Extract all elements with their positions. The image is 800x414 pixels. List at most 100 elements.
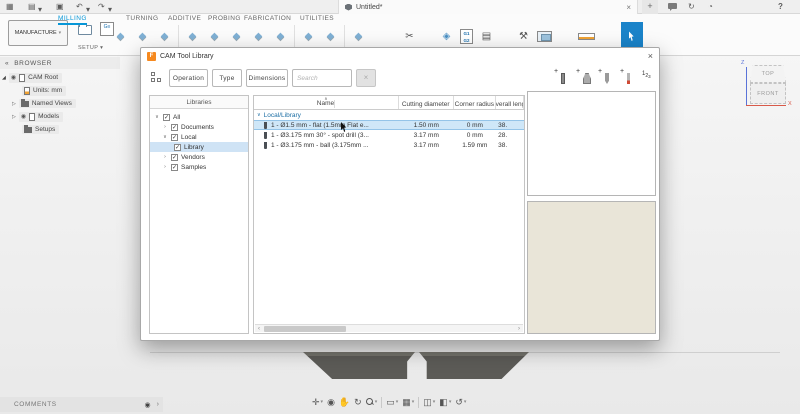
milling-op-3-icon[interactable]: ◆: [156, 28, 173, 44]
table-row[interactable]: 1 - Ø1.5 mm - flat (1.5mm Flat e... 1.50…: [254, 120, 524, 130]
display-settings-button[interactable]: ▭▾: [386, 397, 398, 408]
document-tab[interactable]: Untitled* ×: [338, 0, 638, 14]
checkbox-checked[interactable]: ✓: [171, 134, 178, 141]
tree-closed-icon[interactable]: ›: [162, 154, 168, 160]
library-tree-item-documents[interactable]: › ✓ Documents: [150, 122, 248, 132]
tree-open-icon[interactable]: ∨: [162, 134, 168, 140]
comments-bar[interactable]: COMMENTS ◉ ›: [0, 397, 163, 412]
tab-milling[interactable]: MILLING: [58, 15, 87, 25]
checkbox-checked[interactable]: ✓: [163, 114, 170, 121]
viewports-button[interactable]: ◫▾: [423, 397, 435, 408]
library-tree-item-library[interactable]: ✓ Library: [150, 142, 248, 152]
expand-icon[interactable]: ◢: [2, 75, 6, 81]
select-tool-button[interactable]: [621, 22, 643, 50]
tree-closed-icon[interactable]: ›: [162, 164, 168, 170]
milling-op-2-icon[interactable]: ◆: [134, 28, 151, 44]
filter-operation-button[interactable]: Operation: [169, 69, 208, 87]
milling-op-8-icon[interactable]: ◆: [272, 28, 289, 44]
tab-additive[interactable]: ADDITIVE: [168, 15, 201, 22]
add-drill-tool-button[interactable]: +: [598, 70, 614, 86]
search-input[interactable]: [292, 69, 352, 87]
checkbox-checked[interactable]: ✓: [174, 144, 181, 151]
clear-search-button[interactable]: ×: [356, 69, 376, 87]
library-tree-item-local[interactable]: ∨ ✓ Local: [150, 132, 248, 142]
tab-turning[interactable]: TURNING: [126, 15, 158, 22]
setup-group-label[interactable]: SETUP ▾: [78, 45, 103, 51]
undo-icon[interactable]: ↶: [76, 1, 83, 13]
app-menu-icon[interactable]: ▦: [6, 1, 14, 13]
visibility-eye-icon[interactable]: ◉: [21, 113, 26, 120]
collapsed-icon[interactable]: ▷: [12, 114, 16, 120]
view-cube[interactable]: TOP FRONT Z X: [735, 58, 797, 118]
milling-op-1-icon[interactable]: ◆: [112, 28, 129, 44]
save-icon[interactable]: ▣: [56, 1, 64, 13]
list-view-icon[interactable]: [151, 72, 163, 84]
pan-hand-button[interactable]: ✋: [339, 397, 350, 408]
library-tree-item-samples[interactable]: › ✓ Samples: [150, 162, 248, 172]
table-row[interactable]: 1 - Ø3.175 mm 30° - spot drill (3... 3.1…: [254, 130, 524, 140]
checkbox-checked[interactable]: ✓: [171, 124, 178, 131]
orbit-button[interactable]: ↻: [354, 397, 362, 408]
post-process-g1g2-icon[interactable]: G1G2: [460, 29, 473, 44]
renumber-tools-button[interactable]: 123: [642, 71, 651, 77]
dialog-close-icon[interactable]: ×: [648, 51, 653, 61]
milling-op-4-icon[interactable]: ◆: [184, 28, 201, 44]
tab-utilities[interactable]: UTILITIES: [300, 15, 334, 22]
sync-icon[interactable]: ↻: [688, 1, 695, 13]
table-group-row[interactable]: ∨ Local/Library: [254, 110, 524, 120]
viewcube-front-face[interactable]: FRONT: [750, 83, 786, 104]
tab-probing[interactable]: PROBING: [208, 15, 241, 22]
browser-item-units[interactable]: Units: mm: [22, 86, 120, 95]
milling-op-7-icon[interactable]: ◆: [250, 28, 267, 44]
tree-closed-icon[interactable]: ›: [162, 124, 168, 130]
machine-library-icon[interactable]: [537, 31, 552, 42]
browser-item-models[interactable]: ▷ ◉ Models: [12, 112, 120, 121]
simulate-icon[interactable]: ◆: [350, 28, 367, 44]
add-probe-tool-button[interactable]: +: [620, 70, 636, 86]
libraries-header[interactable]: Libraries: [150, 96, 248, 109]
expand-comments-icon[interactable]: ›: [157, 401, 159, 408]
scrollbar-thumb[interactable]: [264, 326, 346, 332]
drilling-icon[interactable]: ◆: [300, 28, 317, 44]
tree-open-icon[interactable]: ∨: [154, 114, 160, 120]
column-header-cutting-diameter[interactable]: Cutting diameter: [399, 96, 454, 109]
filter-type-button[interactable]: Type: [212, 69, 242, 87]
look-at-button[interactable]: ◉: [327, 397, 335, 408]
tab-fabrication[interactable]: FABRICATION: [244, 15, 291, 22]
dialog-titlebar[interactable]: F CAM Tool Library ×: [141, 48, 659, 64]
collapsed-icon[interactable]: ▷: [12, 101, 16, 107]
milling-op-5-icon[interactable]: ◆: [206, 28, 223, 44]
refresh-button[interactable]: ↺▾: [455, 397, 466, 408]
browser-item-cam-root[interactable]: ◢ ◉ CAM Root: [2, 73, 120, 82]
multi-axis-icon[interactable]: ◆: [322, 28, 339, 44]
grid-snaps-button[interactable]: ▦▾: [402, 397, 414, 408]
viewcube-top-face[interactable]: TOP: [750, 65, 786, 83]
table-row[interactable]: 1 - Ø3.175 mm - ball (3.175mm ... 3.17 m…: [254, 140, 524, 150]
filter-dimensions-button[interactable]: Dimensions: [246, 69, 288, 87]
tab-close-icon[interactable]: ×: [626, 3, 631, 12]
pan-orbit-tool-button[interactable]: ✛▾: [312, 397, 323, 408]
column-header-name[interactable]: ∧Name: [254, 96, 399, 109]
checkbox-checked[interactable]: ✓: [171, 154, 178, 161]
milling-op-6-icon[interactable]: ◆: [228, 28, 245, 44]
library-tree-item-vendors[interactable]: › ✓ Vendors: [150, 152, 248, 162]
history-clock-icon[interactable]: ◔: [708, 1, 713, 13]
scissors-icon[interactable]: ✂: [401, 28, 418, 44]
browser-item-named-views[interactable]: ▷ Named Views: [12, 99, 120, 108]
comment-bubble-icon[interactable]: [668, 3, 677, 9]
redo-icon[interactable]: ↷: [98, 1, 105, 13]
column-header-overall-length[interactable]: Overall length: [496, 96, 524, 109]
column-header-corner-radius[interactable]: Corner radius: [454, 96, 497, 109]
browser-header[interactable]: « BROWSER: [0, 57, 120, 69]
visual-style-button[interactable]: ◧▾: [439, 397, 451, 408]
help-icon[interactable]: ?: [778, 1, 783, 13]
horizontal-scrollbar[interactable]: ‹ ›: [255, 324, 523, 332]
collapse-panel-icon[interactable]: «: [5, 60, 9, 67]
checkbox-checked[interactable]: ✓: [171, 164, 178, 171]
library-tree-item-all[interactable]: ∨ ✓ All: [150, 112, 248, 122]
tool-library-icon[interactable]: ⚒: [515, 28, 532, 44]
new-tab-button[interactable]: +: [642, 0, 658, 14]
setup-sheet-icon[interactable]: ▤: [478, 28, 495, 44]
zoom-button[interactable]: ▾: [366, 398, 378, 406]
measure-icon[interactable]: [578, 33, 595, 40]
